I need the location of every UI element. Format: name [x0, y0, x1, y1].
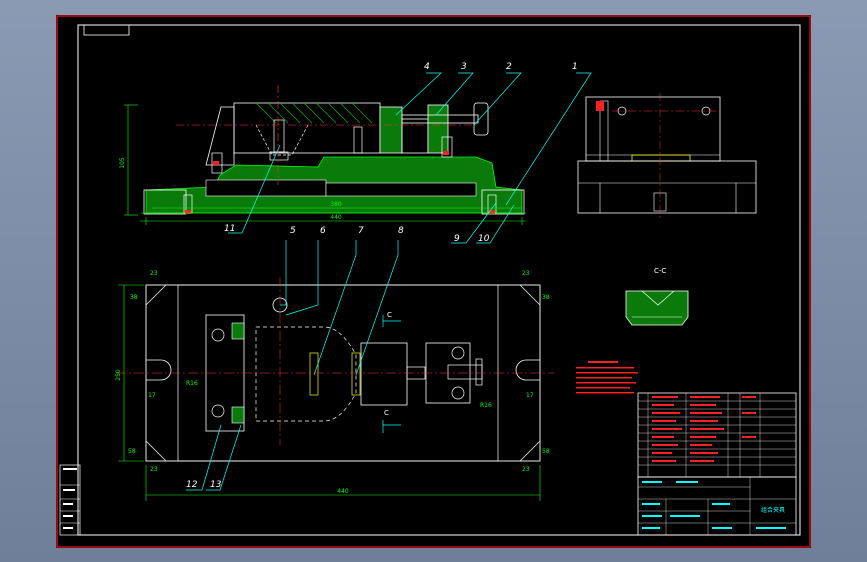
- dim-250: 250: [115, 369, 122, 381]
- balloon-7: 7: [358, 226, 364, 236]
- technical-notes: [576, 361, 638, 394]
- side-upper-body: [585, 96, 721, 162]
- dim-r16-right: R16: [480, 402, 492, 409]
- dim-58-r: 58: [542, 448, 550, 455]
- balloon-13: 13: [210, 480, 222, 490]
- clamp-plate: [233, 102, 381, 154]
- dim-380: 380: [330, 201, 342, 208]
- plan-dimensions: [118, 284, 541, 501]
- title-block: 组合夹具: [637, 476, 797, 536]
- left-support-block: [205, 106, 235, 166]
- drawing-canvas: 380 440 105 C C 440 250 23 23 23 23 38 3…: [56, 15, 811, 548]
- dim-17-r: 17: [526, 392, 534, 399]
- u-slot-right: [515, 359, 540, 381]
- dim-23-tl: 23: [150, 270, 158, 277]
- side-base: [577, 160, 757, 214]
- front-view: 380 440 105: [119, 85, 526, 225]
- workpiece-outline: [255, 326, 357, 422]
- left-label-strip: [59, 464, 81, 536]
- balloon-11: 11: [224, 224, 235, 234]
- dim-58-l: 58: [128, 448, 136, 455]
- guide-block: [379, 106, 403, 154]
- balloon-6: 6: [320, 226, 326, 236]
- parts-list: [637, 392, 797, 478]
- dim-440-plan: 440: [337, 488, 349, 495]
- inner-frame: [77, 24, 801, 536]
- balloon-3: 3: [461, 62, 467, 72]
- dim-440-front: 440: [330, 214, 342, 221]
- section-c-bottom: C: [384, 409, 389, 417]
- dim-38-r: 38: [542, 294, 550, 301]
- base-cavity-right: [325, 182, 477, 197]
- dim-23-br: 23: [522, 466, 530, 473]
- cylinder-housing: [401, 118, 429, 154]
- section-cc-label: C-C: [654, 267, 666, 275]
- plan-view: C C 440 250 23 23 23 23 38 38 17 17 58 5…: [115, 270, 554, 501]
- dim-23-tr: 23: [522, 270, 530, 277]
- bracket-section: [427, 104, 449, 154]
- cad-viewer: 380 440 105 C C 440 250 23 23 23 23 38 3…: [0, 0, 867, 562]
- dim-38-l: 38: [130, 294, 138, 301]
- dim-17-l: 17: [148, 392, 156, 399]
- drawing-number-box: [83, 24, 130, 36]
- outer-border: [56, 15, 811, 548]
- dim-105: 105: [119, 157, 126, 169]
- handle-knob: [473, 102, 489, 136]
- v-block-profile: [255, 124, 309, 156]
- balloon-9: 9: [454, 234, 460, 244]
- section-c-top: C: [387, 311, 392, 319]
- title-block-name: 组合夹具: [761, 506, 785, 514]
- plan-v-block: [360, 342, 408, 406]
- section-cc-body: [625, 290, 689, 326]
- side-view: [577, 93, 757, 220]
- dim-r16-left: R16: [186, 380, 198, 387]
- balloon-10: 10: [478, 234, 490, 244]
- section-cc-view: C-C: [625, 267, 689, 326]
- drawing-sheet: 380 440 105 C C 440 250 23 23 23 23 38 3…: [56, 15, 811, 548]
- balloon-8: 8: [398, 226, 404, 236]
- side-slot: [631, 154, 691, 162]
- base-cavity-left: [205, 179, 327, 197]
- balloon-4: 4: [424, 62, 430, 72]
- balloon-1: 1: [572, 62, 578, 72]
- balloon-2: 2: [506, 62, 512, 72]
- u-slot-left: [146, 359, 172, 381]
- clamp-hatch: [255, 102, 373, 124]
- balloon-5: 5: [290, 226, 296, 236]
- dim-23-bl: 23: [150, 466, 158, 473]
- balloon-12: 12: [186, 480, 198, 490]
